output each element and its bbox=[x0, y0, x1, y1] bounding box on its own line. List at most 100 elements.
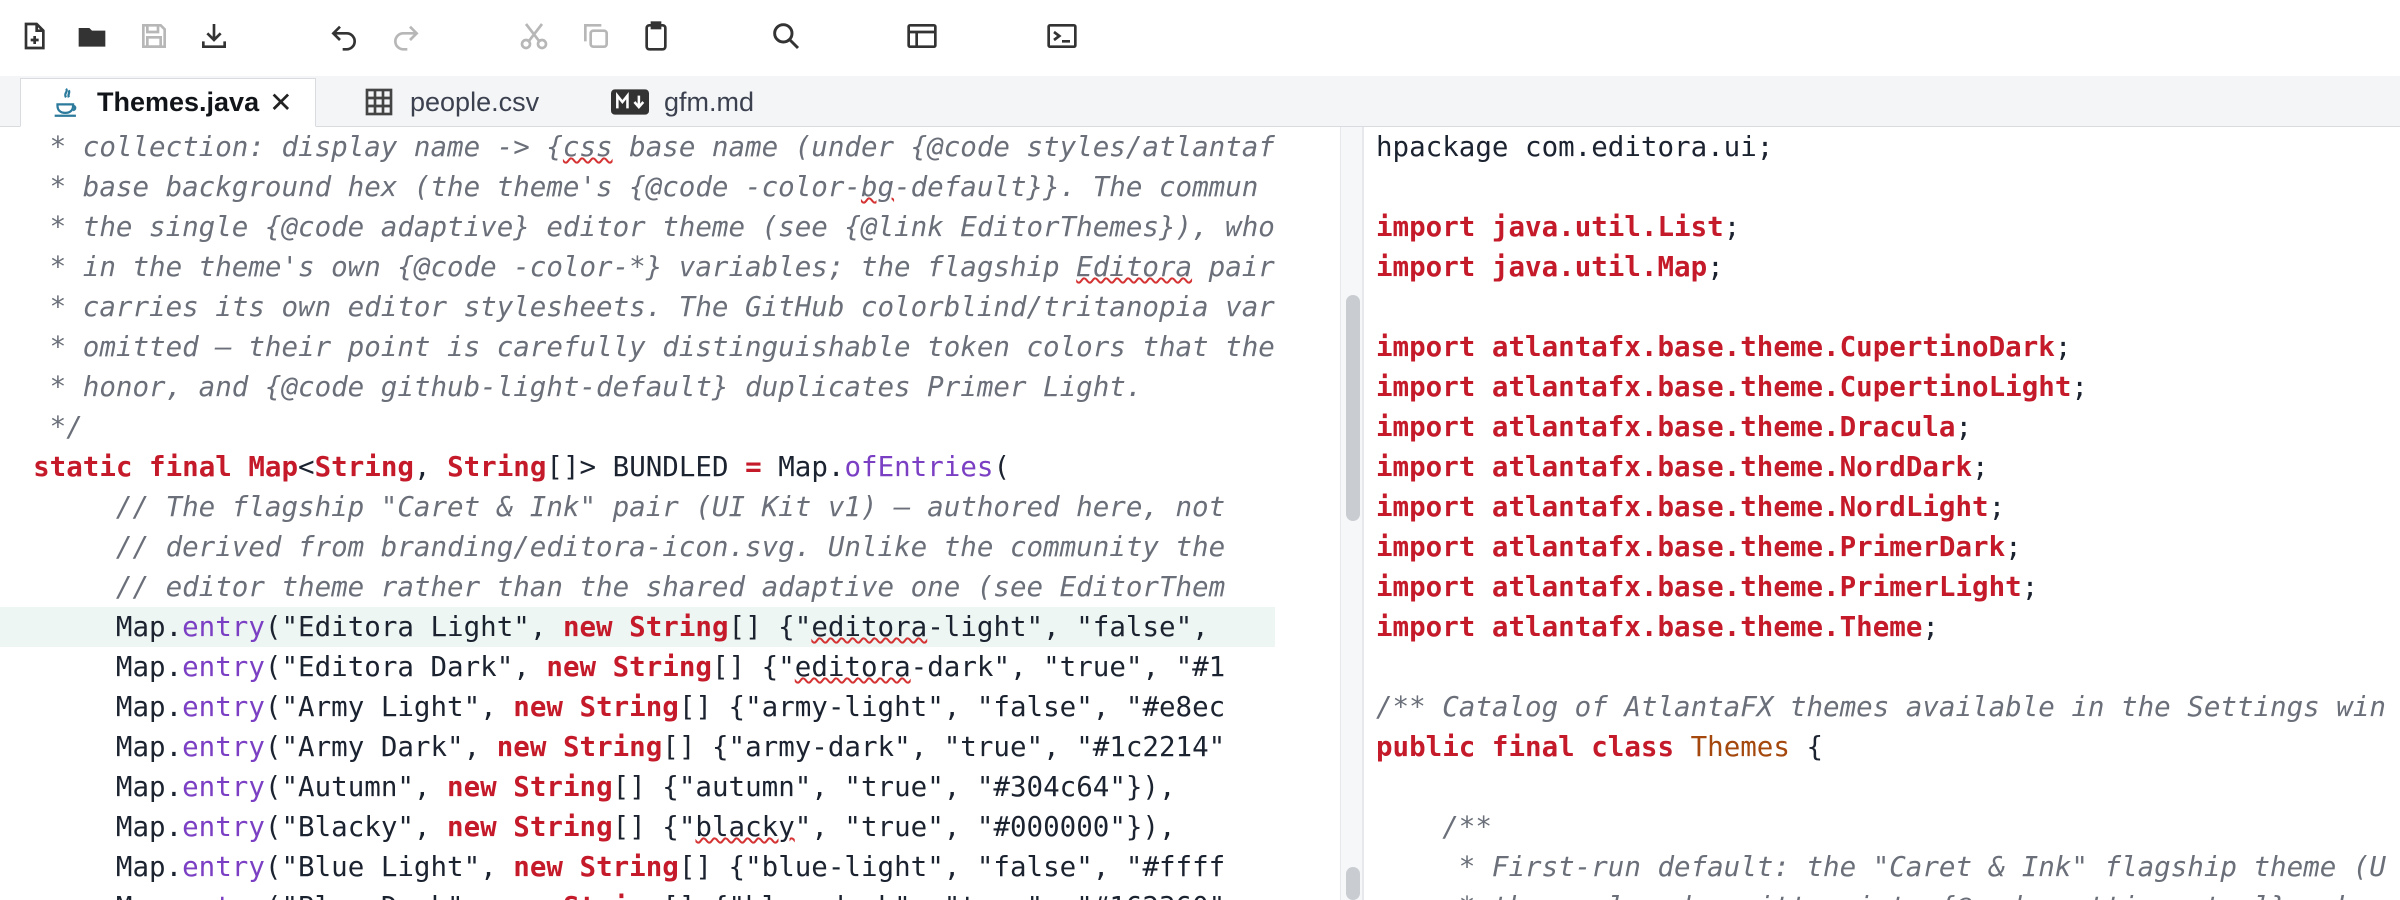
download-button[interactable] bbox=[194, 16, 234, 56]
code-line[interactable]: /** Catalog of AtlantaFX themes availabl… bbox=[1376, 687, 2386, 727]
code-token: String bbox=[579, 691, 679, 723]
code-token: ", "true", "#000000"}), bbox=[794, 811, 1176, 843]
code-line[interactable]: * omitted — their point is carefully dis… bbox=[0, 327, 1275, 367]
code-token: static final bbox=[33, 451, 249, 483]
code-token: [] {"blue-light", "false", "#ffff bbox=[678, 851, 1226, 883]
cut-button[interactable] bbox=[514, 16, 554, 56]
code-line[interactable] bbox=[1376, 767, 2386, 807]
code-line[interactable]: hpackage com.editora.ui; bbox=[1376, 127, 2386, 167]
scrollbar-thumb[interactable] bbox=[1346, 295, 1360, 521]
code-token: new bbox=[513, 851, 580, 883]
code-token: editora bbox=[811, 611, 928, 643]
code-token: [] {" bbox=[711, 651, 795, 683]
code-line[interactable]: Map.entry("Army Dark", new String[] {"ar… bbox=[0, 727, 1275, 767]
code-token: [] {" bbox=[728, 611, 812, 643]
code-line[interactable]: import atlantafx.base.theme.Theme; bbox=[1376, 607, 2386, 647]
code-line[interactable]: * base background hex (the theme's {@cod… bbox=[0, 167, 1275, 207]
open-folder-button[interactable] bbox=[72, 16, 112, 56]
code-line[interactable]: Map.entry("Editora Dark", new String[] {… bbox=[0, 647, 1275, 687]
code-line[interactable]: // editor theme rather than the shared a… bbox=[0, 567, 1275, 607]
tab-gfm-md[interactable]: gfm.md bbox=[610, 78, 754, 126]
code-token: import bbox=[1376, 611, 1492, 643]
tab-people-csv[interactable]: people.csv bbox=[362, 78, 539, 126]
redo-button[interactable] bbox=[386, 16, 426, 56]
code-line[interactable]: * carries its own editor stylesheets. Th… bbox=[0, 287, 1275, 327]
code-line[interactable]: import atlantafx.base.theme.PrimerDark; bbox=[1376, 527, 2386, 567]
code-line[interactable]: */ bbox=[0, 407, 1275, 447]
code-token: Map. bbox=[0, 611, 183, 643]
code-token: ; bbox=[1922, 611, 1939, 643]
code-line[interactable]: * First-run default: the "Caret & Ink" f… bbox=[1376, 847, 2386, 887]
code-line[interactable]: Map.entry("Blue Dark", new String[] {"bl… bbox=[0, 887, 1275, 900]
code-line[interactable]: * collection: display name -> {css base … bbox=[0, 127, 1275, 167]
code-line[interactable]: import atlantafx.base.theme.CupertinoDar… bbox=[1376, 327, 2386, 367]
code-token: editora bbox=[794, 651, 911, 683]
code-token: import bbox=[1376, 331, 1492, 363]
markdown-icon bbox=[610, 85, 650, 119]
code-line[interactable] bbox=[1376, 167, 2386, 207]
code-line[interactable]: Map.entry("Army Light", new String[] {"a… bbox=[0, 687, 1275, 727]
code-line[interactable]: /** bbox=[1376, 807, 2386, 847]
code-line[interactable]: * the single {@code adaptive} editor the… bbox=[0, 207, 1275, 247]
tab-themes-java[interactable]: Themes.java ✕ bbox=[20, 78, 316, 127]
code-line[interactable]: import atlantafx.base.theme.PrimerLight; bbox=[1376, 567, 2386, 607]
code-token: ("Blue Dark", bbox=[265, 891, 497, 900]
code-line[interactable]: public final class Themes { bbox=[1376, 727, 2386, 767]
search-button[interactable] bbox=[766, 16, 806, 56]
code-line[interactable]: Map.entry("Editora Light", new String[] … bbox=[0, 607, 1275, 647]
code-line[interactable]: * honor, and {@code github-light-default… bbox=[0, 367, 1275, 407]
code-token: -light", "false", bbox=[927, 611, 1226, 643]
scrollbar-thumb-lower[interactable] bbox=[1346, 867, 1360, 900]
code-line[interactable]: import java.util.List; bbox=[1376, 207, 2386, 247]
code-line[interactable]: * theme already written into {@code sett… bbox=[1376, 887, 2386, 900]
code-line[interactable] bbox=[1376, 647, 2386, 687]
code-token: * honor, and {@code github-light-default… bbox=[0, 371, 1143, 403]
code-token: hpackage com.editora.ui; bbox=[1376, 131, 1774, 163]
code-line[interactable]: // derived from branding/editora-icon.sv… bbox=[0, 527, 1275, 567]
undo-button[interactable] bbox=[324, 16, 364, 56]
code-token: new bbox=[546, 651, 613, 683]
code-token: */ bbox=[0, 411, 83, 443]
code-area[interactable]: hpackage com.editora.ui; import java.util… bbox=[1376, 127, 2386, 900]
new-file-button[interactable] bbox=[14, 16, 54, 56]
cut-icon bbox=[520, 23, 548, 50]
code-token: entry bbox=[182, 731, 265, 763]
code-line[interactable]: Map.entry("Blacky", new String[] {"black… bbox=[0, 807, 1275, 847]
code-line[interactable]: // The flagship "Caret & Ink" pair (UI K… bbox=[0, 487, 1275, 527]
code-line[interactable]: import java.util.Map; bbox=[1376, 247, 2386, 287]
editor-pane-left[interactable]: * collection: display name -> {css base … bbox=[0, 127, 1340, 900]
terminal-button[interactable] bbox=[1042, 16, 1082, 56]
code-token: bg bbox=[860, 171, 895, 203]
code-area[interactable]: * collection: display name -> {css base … bbox=[0, 127, 1275, 900]
code-token: // The flagship "Caret & Ink" pair (UI K… bbox=[0, 491, 1226, 523]
code-token: Map. bbox=[0, 811, 183, 843]
code-line[interactable]: import atlantafx.base.theme.NordLight; bbox=[1376, 487, 2386, 527]
code-token: Map. bbox=[761, 451, 845, 483]
code-token: Map. bbox=[0, 891, 182, 900]
copy-icon bbox=[584, 24, 608, 48]
code-line[interactable]: import atlantafx.base.theme.Dracula; bbox=[1376, 407, 2386, 447]
code-token: import bbox=[1376, 411, 1492, 443]
save-button[interactable] bbox=[134, 16, 174, 56]
code-line[interactable] bbox=[1376, 287, 2386, 327]
terminal-icon bbox=[1047, 24, 1077, 48]
code-token: /** Catalog of AtlantaFX themes availabl… bbox=[1376, 691, 2386, 723]
code-token: ; bbox=[2071, 371, 2088, 403]
editor-pane-right[interactable]: hpackage com.editora.ui; import java.util… bbox=[1364, 127, 2400, 900]
code-line[interactable]: Map.entry("Autumn", new String[] {"autum… bbox=[0, 767, 1275, 807]
window-icon bbox=[907, 24, 937, 48]
code-line[interactable]: * in the theme's own {@code -color-*} va… bbox=[0, 247, 1275, 287]
code-line[interactable]: import atlantafx.base.theme.CupertinoLig… bbox=[1376, 367, 2386, 407]
preview-button[interactable] bbox=[902, 16, 942, 56]
code-line[interactable]: import atlantafx.base.theme.NordDark; bbox=[1376, 447, 2386, 487]
code-token: * collection: display name -> { bbox=[0, 131, 563, 163]
code-token: ; bbox=[2054, 331, 2072, 363]
code-line[interactable]: Map.entry("Blue Light", new String[] {"b… bbox=[0, 847, 1275, 887]
copy-button[interactable] bbox=[576, 16, 616, 56]
close-icon[interactable]: ✕ bbox=[269, 86, 292, 119]
code-token: entry bbox=[182, 651, 265, 683]
code-line[interactable]: static final Map<String, String[]> BUNDL… bbox=[0, 447, 1275, 487]
tab-label: people.csv bbox=[410, 86, 540, 117]
paste-button[interactable] bbox=[636, 16, 676, 56]
